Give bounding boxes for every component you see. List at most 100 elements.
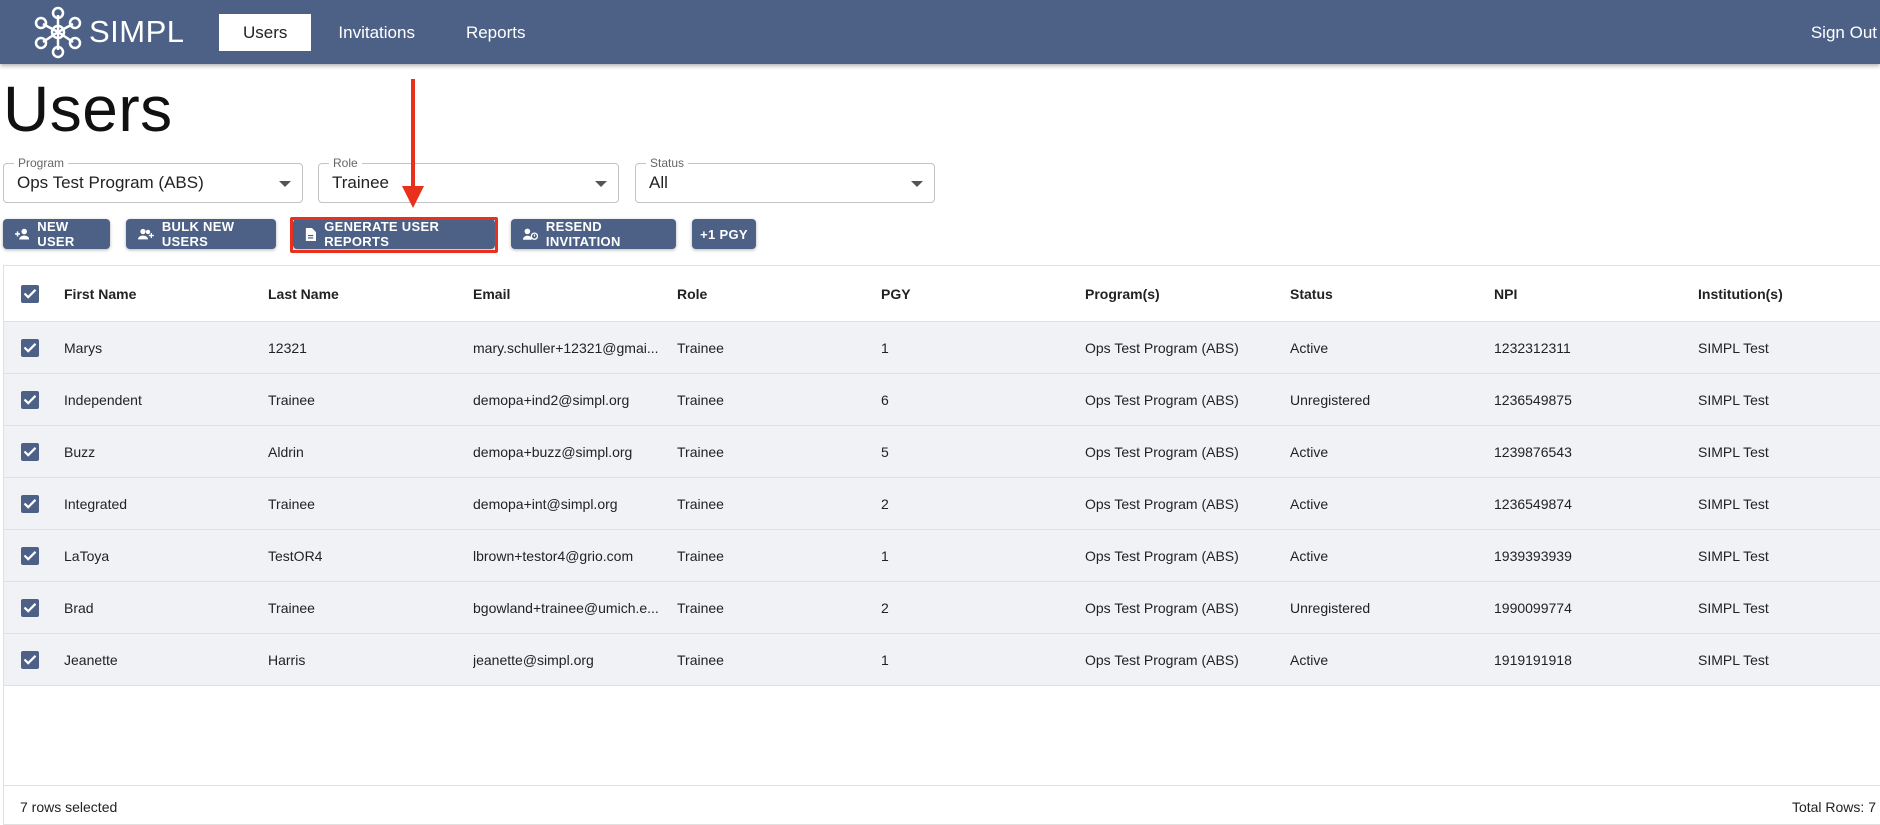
table-row[interactable]: Brad Trainee bgowland+trainee@umich.e... Tr…: [4, 582, 1880, 634]
page-title: Users: [3, 73, 173, 145]
nav-users[interactable]: Users: [219, 14, 312, 51]
row-checkbox[interactable]: [21, 426, 39, 477]
cell-status: Unregistered: [1290, 599, 1371, 616]
cell-email: demopa+ind2@simpl.org: [473, 391, 630, 408]
cell-email: demopa+buzz@simpl.org: [473, 443, 633, 460]
cell-last-name: TestOR4: [268, 547, 323, 564]
users-table: First Name Last Name Email Role PGY Prog…: [3, 265, 1880, 825]
bulk-new-users-button[interactable]: BULK NEW USERS: [126, 219, 276, 249]
table-row[interactable]: Marys 12321 mary.schuller+12321@gmai... Tra…: [4, 322, 1880, 374]
cell-institutions: SIMPL Test: [1698, 495, 1769, 512]
status-select[interactable]: Status All: [635, 155, 935, 203]
row-checkbox[interactable]: [21, 374, 39, 425]
table-row[interactable]: Buzz Aldrin demopa+buzz@simpl.org Trainee 5 O…: [4, 426, 1880, 478]
cell-pgy: 6: [881, 391, 889, 408]
table-row[interactable]: Integrated Trainee demopa+int@simpl.org Tra…: [4, 478, 1880, 530]
column-header-npi[interactable]: NPI: [1494, 266, 1517, 321]
cell-npi: 1236549874: [1494, 495, 1572, 512]
cell-npi: 1919191918: [1494, 651, 1572, 668]
program-select[interactable]: Program Ops Test Program (ABS): [3, 155, 303, 203]
role-select-label: Role: [329, 155, 362, 171]
row-checkbox[interactable]: [21, 634, 39, 685]
program-select-label: Program: [14, 155, 69, 171]
checkbox-checked-icon: [21, 650, 39, 669]
main-nav: Users Invitations Reports: [219, 14, 552, 51]
cell-first-name: Buzz: [64, 443, 96, 460]
sign-out-link[interactable]: Sign Out: [1811, 14, 1877, 51]
cell-pgy: 2: [881, 495, 889, 512]
checkbox-checked-icon: [21, 390, 39, 409]
dropdown-arrow-icon: [911, 181, 923, 187]
row-checkbox[interactable]: [21, 478, 39, 529]
column-header-status[interactable]: Status: [1290, 266, 1333, 321]
cell-programs: Ops Test Program (ABS): [1085, 443, 1239, 460]
checkbox-checked-icon: [21, 442, 39, 461]
cell-status: Unregistered: [1290, 391, 1371, 408]
dropdown-arrow-icon: [595, 181, 607, 187]
cell-status: Active: [1290, 495, 1329, 512]
cell-role: Trainee: [677, 547, 724, 564]
checkbox-checked-icon: [21, 598, 39, 617]
checkbox-checked-icon: [21, 494, 39, 513]
column-header-programs[interactable]: Program(s): [1085, 266, 1160, 321]
row-checkbox[interactable]: [21, 322, 39, 373]
table-footer: 7 rows selected Total Rows: 7: [4, 785, 1880, 825]
group-add-icon: [138, 228, 154, 240]
cell-last-name: Trainee: [268, 495, 315, 512]
cell-last-name: Harris: [268, 651, 306, 668]
cell-role: Trainee: [677, 599, 724, 616]
role-select-value: Trainee: [332, 173, 390, 192]
cell-role: Trainee: [677, 495, 724, 512]
cell-institutions: SIMPL Test: [1698, 443, 1769, 460]
cell-programs: Ops Test Program (ABS): [1085, 599, 1239, 616]
column-header-last-name[interactable]: Last Name: [268, 266, 339, 321]
cell-npi: 1239876543: [1494, 443, 1572, 460]
role-select[interactable]: Role Trainee: [318, 155, 619, 203]
status-select-value: All: [649, 173, 668, 192]
new-user-button[interactable]: NEW USER: [3, 219, 110, 249]
table-row[interactable]: Jeanette Harris jeanette@simpl.org Trainee 1…: [4, 634, 1880, 686]
cell-pgy: 1: [881, 339, 889, 356]
cell-pgy: 2: [881, 599, 889, 616]
cell-institutions: SIMPL Test: [1698, 547, 1769, 564]
cell-first-name: Marys: [64, 339, 103, 356]
select-all-checkbox[interactable]: [21, 266, 39, 321]
cell-pgy: 1: [881, 547, 889, 564]
table-row[interactable]: LaToya TestOR4 lbrown+testor4@grio.com Trai…: [4, 530, 1880, 582]
cell-status: Active: [1290, 443, 1329, 460]
cell-programs: Ops Test Program (ABS): [1085, 495, 1239, 512]
annotation-arrow-shaft: [411, 79, 415, 189]
cell-programs: Ops Test Program (ABS): [1085, 391, 1239, 408]
cell-npi: 1236549875: [1494, 391, 1572, 408]
cell-last-name: Aldrin: [268, 443, 304, 460]
top-app-bar: SIMPL Users Invitations Reports Sign Out: [0, 0, 1880, 64]
table-row[interactable]: Independent Trainee demopa+ind2@simpl.org T…: [4, 374, 1880, 426]
cell-email: lbrown+testor4@grio.com: [473, 547, 634, 564]
resend-invitation-button[interactable]: RESEND INVITATION: [511, 219, 676, 249]
column-header-first-name[interactable]: First Name: [64, 266, 136, 321]
nav-invitations[interactable]: Invitations: [314, 14, 439, 51]
cell-status: Active: [1290, 547, 1329, 564]
cell-institutions: SIMPL Test: [1698, 391, 1769, 408]
cell-institutions: SIMPL Test: [1698, 651, 1769, 668]
column-header-email[interactable]: Email: [473, 266, 510, 321]
cell-npi: 1232312311: [1494, 339, 1571, 356]
row-checkbox[interactable]: [21, 582, 39, 633]
simpl-logo[interactable]: SIMPL: [33, 5, 185, 59]
cell-last-name: Trainee: [268, 599, 315, 616]
annotation-arrow-icon: [402, 186, 424, 208]
column-header-institutions[interactable]: Institution(s): [1698, 266, 1783, 321]
row-checkbox[interactable]: [21, 530, 39, 581]
plus-one-pgy-button[interactable]: +1 PGY: [692, 219, 756, 249]
logo-text: SIMPL: [89, 14, 185, 49]
column-header-role[interactable]: Role: [677, 266, 707, 321]
cell-programs: Ops Test Program (ABS): [1085, 339, 1239, 356]
nav-reports[interactable]: Reports: [442, 14, 550, 51]
cell-institutions: SIMPL Test: [1698, 599, 1769, 616]
molecule-logo-icon: [34, 6, 82, 59]
column-header-pgy[interactable]: PGY: [881, 266, 911, 321]
plus-one-pgy-label: +1 PGY: [700, 226, 748, 242]
cell-first-name: Independent: [64, 391, 142, 408]
checkbox-checked-icon: [21, 546, 39, 565]
dropdown-arrow-icon: [279, 181, 291, 187]
